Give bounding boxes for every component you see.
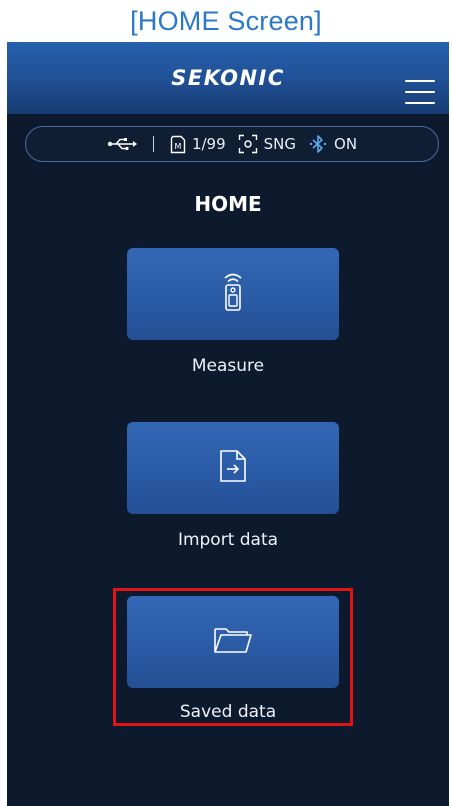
measure-mode: SNG [263, 135, 297, 153]
brand-logo: SEKONIC [171, 66, 285, 90]
bluetooth-icon [308, 134, 328, 154]
device-status-bar: M 1/99 SNG ON [25, 126, 439, 162]
hamburger-menu-icon[interactable] [405, 80, 435, 104]
status-divider [152, 136, 154, 152]
import-data-button[interactable] [127, 422, 339, 514]
import-data-label: Import data [177, 530, 279, 550]
measure-button[interactable] [127, 248, 339, 340]
screen-caption: [HOME Screen] [130, 5, 322, 36]
highlight-box [113, 588, 353, 726]
usb-icon [107, 137, 137, 151]
svg-text:M: M [175, 142, 182, 151]
page-title: HOME [194, 192, 262, 216]
measure-label: Measure [191, 356, 265, 376]
bluetooth-state: ON [334, 135, 358, 153]
memory-card-icon: M [170, 135, 186, 154]
import-file-icon [219, 449, 247, 487]
memory-count: 1/99 [191, 135, 226, 153]
light-meter-device-icon [218, 271, 248, 317]
single-mode-icon [238, 134, 258, 154]
app-header: SEKONIC [7, 42, 449, 114]
app-screen: SEKONIC M 1/99 SNG ON HOME Measure Impor… [7, 42, 449, 806]
